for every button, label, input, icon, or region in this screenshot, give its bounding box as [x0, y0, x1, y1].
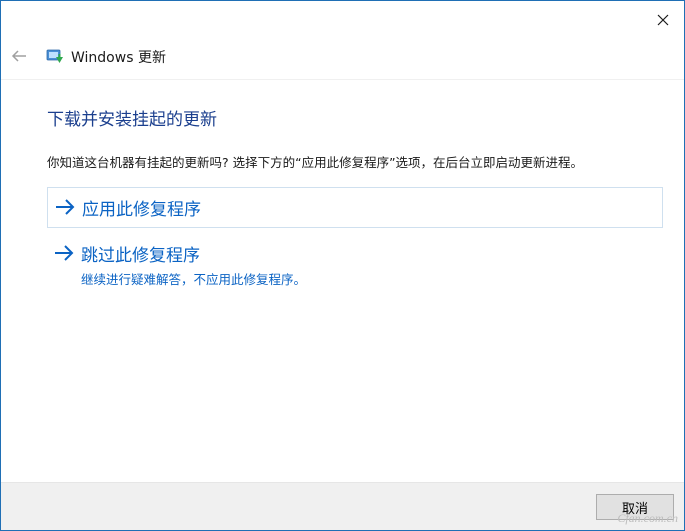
watermark-logo: Cfan.com.cn — [617, 511, 678, 525]
apply-fix-option[interactable]: 应用此修复程序 — [47, 187, 663, 228]
right-arrow-icon — [55, 245, 74, 261]
description-text: 你知道这台机器有挂起的更新吗? 选择下方的“应用此修复程序”选项，在后台立即启动… — [47, 155, 584, 170]
header-divider — [1, 79, 684, 80]
close-button[interactable] — [652, 9, 674, 31]
back-button[interactable] — [9, 47, 29, 65]
skip-fix-option[interactable]: 跳过此修复程序 继续进行疑难解答，不应用此修复程序。 — [47, 234, 663, 292]
troubleshooter-window: Windows 更新 下载并安装挂起的更新 你知道这台机器有挂起的更新吗? 选择… — [0, 0, 685, 531]
back-arrow-icon — [11, 50, 26, 62]
close-icon — [657, 14, 669, 26]
footer-bar: 取消 — [1, 482, 684, 530]
apply-fix-label: 应用此修复程序 — [82, 200, 201, 220]
skip-fix-label: 跳过此修复程序 — [81, 246, 200, 266]
header: Windows 更新 — [1, 39, 684, 73]
page-heading: 下载并安装挂起的更新 — [47, 110, 217, 130]
right-arrow-icon — [56, 199, 75, 215]
window-title: Windows 更新 — [71, 50, 166, 66]
windows-update-icon — [46, 49, 63, 63]
skip-fix-description: 继续进行疑难解答，不应用此修复程序。 — [81, 272, 307, 287]
